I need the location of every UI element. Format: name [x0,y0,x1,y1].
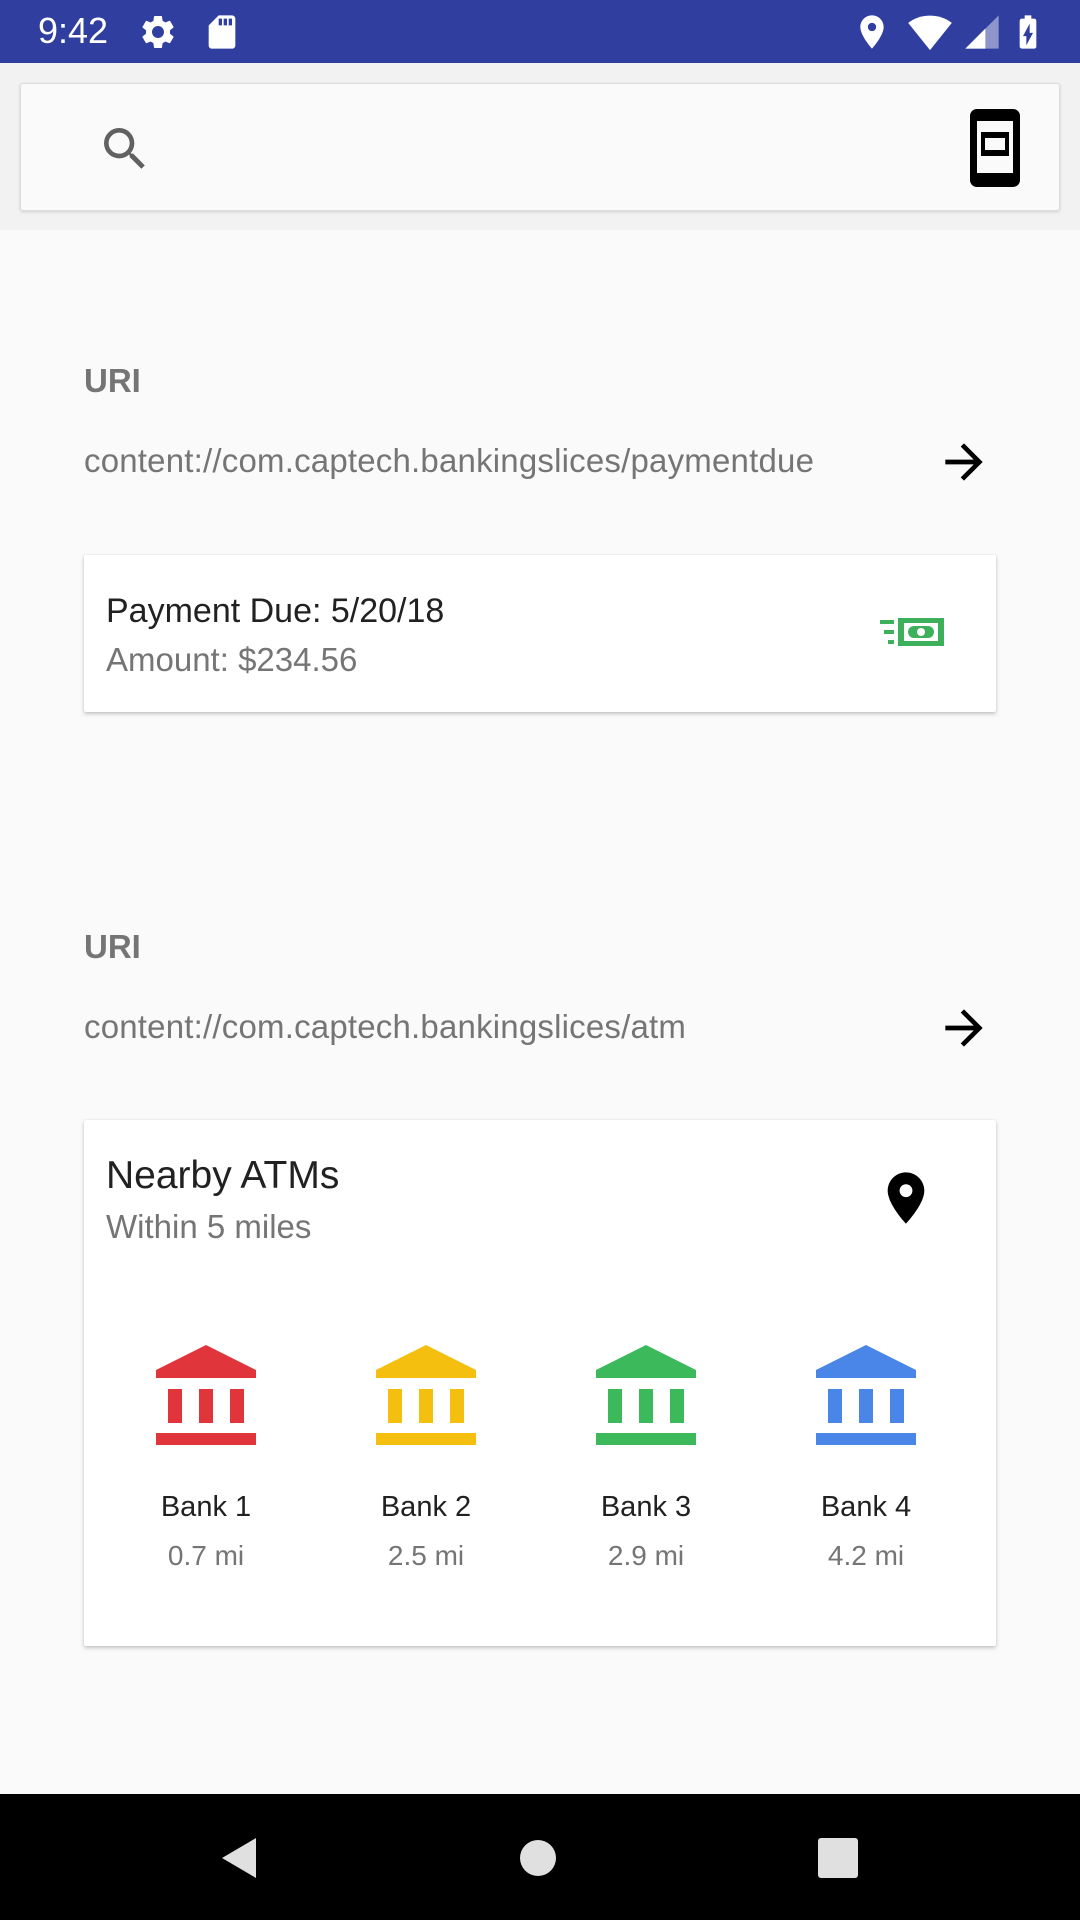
search-area [0,63,1080,230]
recents-button[interactable] [816,1836,860,1885]
phone-slice-icon[interactable] [965,106,1025,195]
sd-card-icon [202,12,242,57]
bank-name: Bank 3 [600,1491,692,1523]
uri-text: content://com.captech.bankingslices/atm [84,1008,687,1045]
bank-distance: 4.2 mi [827,1540,905,1571]
payment-due-card[interactable]: Payment Due: 5/20/18 Amount: $234.56 [84,555,996,712]
status-time: 9:42 [38,10,109,51]
navigation-bar [0,1794,1080,1920]
settings-icon [138,12,178,57]
uri-label: URI [84,928,141,965]
location-icon [852,12,892,57]
bank-distance: 2.9 mi [607,1540,685,1571]
uri-text: content://com.captech.bankingslices/paym… [84,442,815,479]
nearby-atms-card[interactable]: Nearby ATMs Within 5 miles Bank 1 0.7 mi [84,1120,996,1646]
bank-icon [816,1345,916,1445]
open-uri-button[interactable] [936,434,992,490]
search-bar[interactable] [20,83,1060,211]
bank-name: Bank 4 [820,1491,912,1523]
bank-icon [156,1345,256,1445]
bank-item-2[interactable]: Bank 2 2.5 mi [336,1345,516,1605]
cell-signal-icon [962,12,1002,57]
bank-icon [376,1345,476,1445]
uri-label: URI [84,362,141,399]
bank-name: Bank 1 [160,1491,252,1523]
bank-item-3[interactable]: Bank 3 2.9 mi [556,1345,736,1605]
bank-name: Bank 2 [380,1491,472,1523]
open-uri-button[interactable] [936,1000,992,1056]
bank-item-1[interactable]: Bank 1 0.7 mi [116,1345,296,1605]
card-title: Payment Due: 5/20/18 [106,592,445,630]
money-icon [880,615,946,654]
card-title: Nearby ATMs [106,1154,340,1197]
bank-distance: 0.7 mi [167,1540,245,1571]
status-bar: 9:42 [0,0,1080,63]
wifi-icon [908,12,952,57]
home-button[interactable] [518,1838,558,1883]
battery-charging-icon [1008,12,1048,57]
card-subtitle: Amount: $234.56 [106,641,358,678]
back-button[interactable] [216,1834,264,1887]
location-pin-icon [884,1170,928,1231]
bank-icon [596,1345,696,1445]
bank-item-4[interactable]: Bank 4 4.2 mi [776,1345,956,1605]
search-input[interactable] [141,114,945,182]
bank-distance: 2.5 mi [387,1540,465,1571]
card-subtitle: Within 5 miles [106,1208,312,1245]
